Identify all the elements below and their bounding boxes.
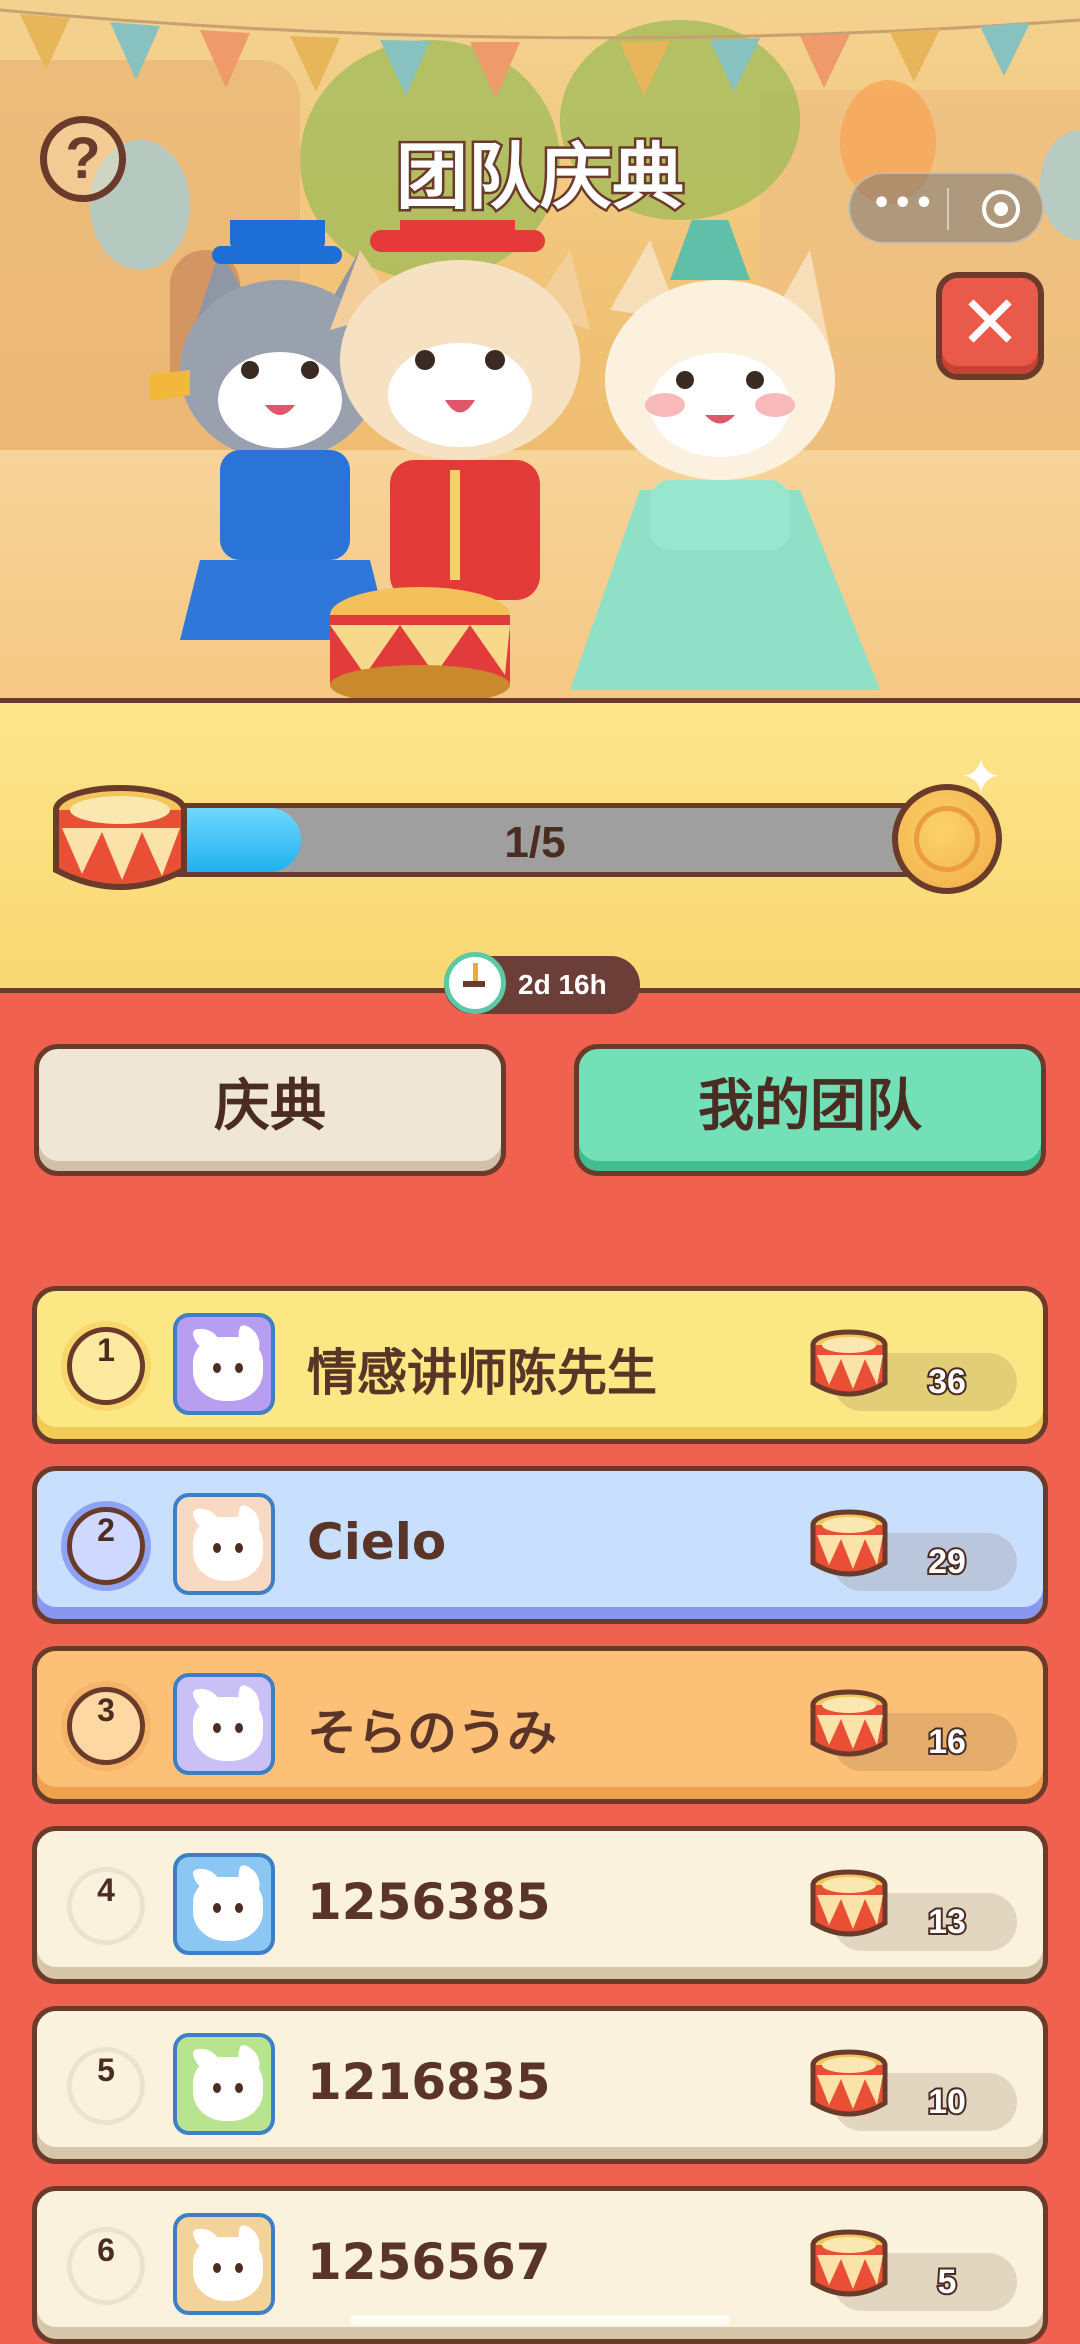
- tab-my-team[interactable]: 我的团队: [574, 1044, 1046, 1176]
- score-value: 36: [926, 1361, 968, 1403]
- capsule-divider: [947, 188, 949, 230]
- bunting-flags: [0, 8, 1080, 98]
- drum-icon: [53, 785, 187, 890]
- page-title: 团队庆典: [393, 133, 686, 222]
- cream-cat-drummer: [330, 220, 590, 700]
- player-name: 1256567: [307, 2233, 551, 2291]
- rank-badge: 4: [67, 1867, 145, 1945]
- drum-icon: [810, 1689, 888, 1757]
- score-value: 10: [926, 2081, 968, 2123]
- avatar[interactable]: [173, 1493, 275, 1595]
- leaderboard-row[interactable]: 1 情感讲师陈先生 36: [32, 1286, 1048, 1444]
- rank-badge: 6: [67, 2227, 145, 2305]
- help-button[interactable]: ?: [40, 116, 126, 202]
- progress-bar: 1/5: [140, 803, 930, 877]
- drum-icon: [810, 1869, 888, 1937]
- score-value: 29: [926, 1541, 968, 1583]
- drum-icon: [810, 1329, 888, 1397]
- leaderboard-row[interactable]: 2 Cielo 29: [32, 1466, 1048, 1624]
- leaderboard-row[interactable]: 4 1256385 13: [32, 1826, 1048, 1984]
- player-name: Cielo: [307, 1513, 447, 1571]
- sparkle-icon: ✦: [960, 748, 1002, 806]
- drum-icon: [810, 2049, 888, 2117]
- avatar[interactable]: [173, 1853, 275, 1955]
- white-cat-party-hat: [570, 220, 880, 690]
- tab-celebration[interactable]: 庆典: [34, 1044, 506, 1176]
- score-value: 5: [936, 2261, 959, 2303]
- rank-badge: 5: [67, 2047, 145, 2125]
- player-name: 1256385: [307, 1873, 551, 1931]
- countdown-timer: 2d 16h: [444, 952, 640, 1014]
- score-value: 16: [926, 1721, 968, 1763]
- question-icon: ?: [65, 126, 101, 191]
- leaderboard-row[interactable]: 5 1216835 10: [32, 2006, 1048, 2164]
- player-name: 情感讲师陈先生: [307, 1344, 657, 1402]
- rank-badge: 1: [67, 1327, 145, 1405]
- leaderboard-row[interactable]: 3 そらのうみ 16: [32, 1646, 1048, 1804]
- clock-icon: [444, 952, 506, 1014]
- progress-label: 1/5: [504, 818, 566, 867]
- avatar[interactable]: [173, 1313, 275, 1415]
- timer-text: 2d 16h: [518, 969, 607, 1000]
- avatar[interactable]: [173, 2033, 275, 2135]
- celebration-banner: ? 团队庆典 ••• ✕: [0, 0, 1080, 700]
- drum-icon: [810, 2229, 888, 2297]
- rank-badge: 2: [67, 1507, 145, 1585]
- avatar[interactable]: [173, 1673, 275, 1775]
- close-icon: ✕: [958, 280, 1021, 366]
- rank-badge: 3: [67, 1687, 145, 1765]
- exit-target-icon[interactable]: [982, 190, 1020, 228]
- more-options-icon[interactable]: •••: [872, 186, 934, 221]
- mini-program-capsule: •••: [848, 172, 1044, 244]
- cat-band-illustration: [150, 220, 880, 700]
- player-name: 1216835: [307, 2053, 551, 2111]
- avatar[interactable]: [173, 2213, 275, 2315]
- drum-icon: [810, 1509, 888, 1577]
- home-indicator: [350, 2315, 730, 2325]
- close-button[interactable]: ✕: [936, 272, 1044, 380]
- score-value: 13: [926, 1901, 968, 1943]
- player-name: そらのうみ: [307, 1704, 557, 1762]
